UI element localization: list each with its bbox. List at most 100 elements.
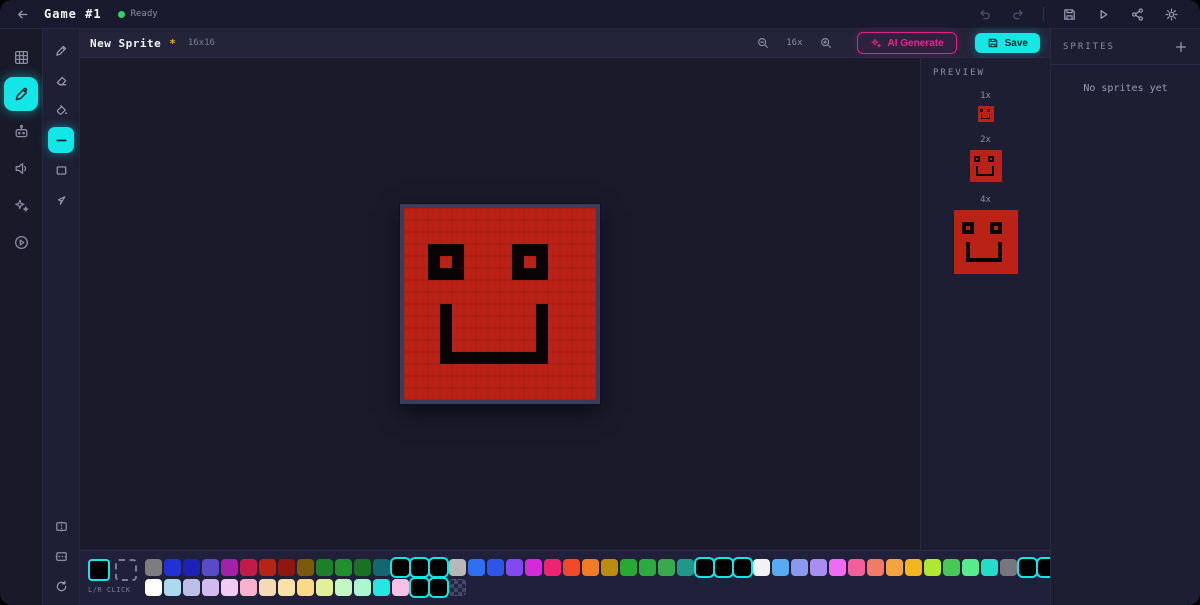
eraser-icon	[54, 73, 69, 88]
palette-swatch[interactable]	[430, 559, 447, 576]
palette-swatch[interactable]	[202, 579, 219, 596]
run-button[interactable]	[1090, 4, 1116, 24]
tool-line[interactable]	[48, 127, 74, 153]
palette-swatch[interactable]	[278, 559, 295, 576]
palette-swatch[interactable]	[924, 559, 941, 576]
nav-rail	[0, 29, 43, 605]
palette-row-1	[145, 559, 1055, 576]
palette-swatch[interactable]	[734, 559, 751, 576]
tool-pencil[interactable]	[48, 37, 74, 63]
nav-item-ai-bot[interactable]	[4, 114, 38, 148]
palette-swatch[interactable]	[962, 559, 979, 576]
palette-swatch[interactable]	[810, 559, 827, 576]
tool-flip-horizontal[interactable]	[48, 513, 74, 539]
palette-swatch-transparent[interactable]	[449, 579, 466, 596]
tool-flip-vertical[interactable]	[48, 543, 74, 569]
palette-swatch[interactable]	[240, 579, 257, 596]
palette-swatch[interactable]	[677, 559, 694, 576]
palette-swatch[interactable]	[354, 559, 371, 576]
palette-swatch[interactable]	[183, 579, 200, 596]
palette-swatch[interactable]	[392, 559, 409, 576]
add-sprite-button[interactable]	[1174, 40, 1188, 54]
ai-generate-button[interactable]: AI Generate	[857, 32, 957, 54]
palette-swatch[interactable]	[639, 559, 656, 576]
palette-swatch[interactable]	[316, 559, 333, 576]
palette-swatch[interactable]	[563, 559, 580, 576]
palette-swatch[interactable]	[848, 559, 865, 576]
palette-swatch[interactable]	[145, 579, 162, 596]
nav-item-run-game[interactable]	[4, 225, 38, 259]
palette-swatch[interactable]	[259, 579, 276, 596]
palette-swatch[interactable]	[772, 559, 789, 576]
save-floppy-icon	[987, 37, 999, 49]
nav-item-effects[interactable]	[4, 188, 38, 222]
palette-swatch[interactable]	[373, 559, 390, 576]
palette-swatch[interactable]	[145, 559, 162, 576]
settings-button[interactable]	[1158, 4, 1184, 24]
primary-color-swatch[interactable]	[88, 559, 110, 581]
palette-swatch[interactable]	[316, 579, 333, 596]
palette-swatch[interactable]	[487, 559, 504, 576]
palette-swatch[interactable]	[829, 559, 846, 576]
palette-swatch[interactable]	[202, 559, 219, 576]
palette-swatch[interactable]	[164, 579, 181, 596]
palette-swatch[interactable]	[297, 579, 314, 596]
palette-swatch[interactable]	[164, 559, 181, 576]
tool-rectangle[interactable]	[48, 157, 74, 183]
secondary-color-swatch[interactable]	[115, 559, 137, 581]
palette-swatch[interactable]	[506, 559, 523, 576]
palette-swatch[interactable]	[449, 559, 466, 576]
tool-fill[interactable]	[48, 97, 74, 123]
tool-select[interactable]	[48, 187, 74, 213]
palette-swatch[interactable]	[354, 579, 371, 596]
save-file-button[interactable]	[1056, 4, 1082, 24]
palette-swatch[interactable]	[1000, 559, 1017, 576]
nav-item-tilemap[interactable]	[4, 40, 38, 74]
palette-swatch[interactable]	[867, 559, 884, 576]
sprites-panel: SPRITES No sprites yet	[1050, 29, 1200, 605]
palette-swatch[interactable]	[582, 559, 599, 576]
palette-swatch[interactable]	[943, 559, 960, 576]
palette-swatch[interactable]	[259, 559, 276, 576]
nav-item-sprite-editor[interactable]	[4, 77, 38, 111]
palette-swatch[interactable]	[601, 559, 618, 576]
share-button[interactable]	[1124, 4, 1150, 24]
palette-swatch[interactable]	[791, 559, 808, 576]
palette-swatch[interactable]	[525, 559, 542, 576]
zoom-in-button[interactable]	[815, 33, 837, 53]
palette-swatch[interactable]	[392, 579, 409, 596]
palette-swatch[interactable]	[335, 559, 352, 576]
palette-swatch[interactable]	[696, 559, 713, 576]
palette-swatch[interactable]	[221, 559, 238, 576]
palette-swatch[interactable]	[430, 579, 447, 596]
canvas-area	[80, 58, 920, 550]
palette-swatch[interactable]	[468, 559, 485, 576]
save-button[interactable]: Save	[975, 33, 1040, 53]
palette-swatch[interactable]	[335, 579, 352, 596]
palette-swatch[interactable]	[905, 559, 922, 576]
palette-swatch[interactable]	[221, 579, 238, 596]
tool-eraser[interactable]	[48, 67, 74, 93]
palette-swatch[interactable]	[753, 559, 770, 576]
palette-swatch[interactable]	[620, 559, 637, 576]
palette-swatch[interactable]	[886, 559, 903, 576]
palette-swatch[interactable]	[373, 579, 390, 596]
undo-button[interactable]	[971, 4, 997, 24]
back-button[interactable]	[0, 0, 44, 28]
palette-swatch[interactable]	[183, 559, 200, 576]
palette-swatch[interactable]	[297, 559, 314, 576]
redo-button[interactable]	[1005, 4, 1031, 24]
palette-swatch[interactable]	[981, 559, 998, 576]
palette-swatch[interactable]	[658, 559, 675, 576]
palette-swatch[interactable]	[715, 559, 732, 576]
palette-swatch[interactable]	[240, 559, 257, 576]
palette-swatch[interactable]	[1019, 559, 1036, 576]
tool-rotate[interactable]	[48, 573, 74, 599]
palette-swatch[interactable]	[411, 579, 428, 596]
zoom-out-button[interactable]	[752, 33, 774, 53]
palette-swatch[interactable]	[411, 559, 428, 576]
sprite-canvas[interactable]	[404, 208, 596, 400]
palette-swatch[interactable]	[544, 559, 561, 576]
palette-swatch[interactable]	[278, 579, 295, 596]
nav-item-audio[interactable]	[4, 151, 38, 185]
